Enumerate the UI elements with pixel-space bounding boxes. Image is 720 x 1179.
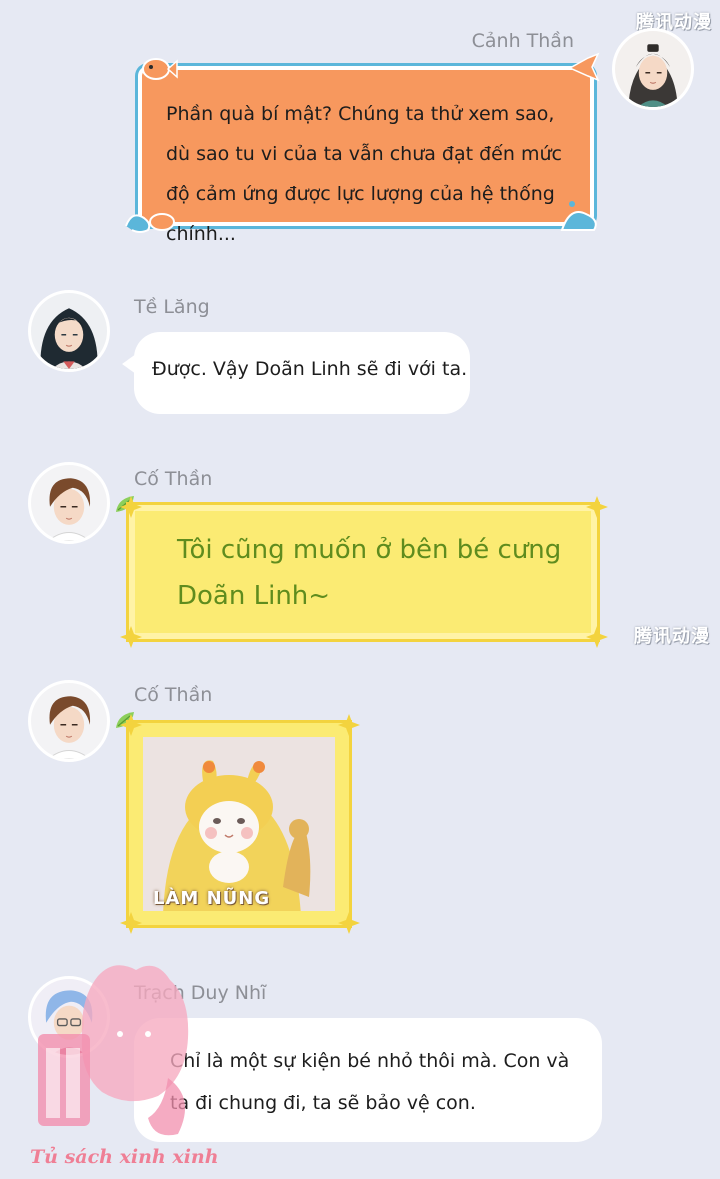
- message-text: Chỉ là một sự kiện bé nhỏ thôi mà. Con v…: [170, 1050, 570, 1114]
- pink-cat-logo-icon: [38, 965, 189, 1136]
- sender-name: Cố Thần: [134, 468, 213, 490]
- corner-ornament-icon: [338, 912, 360, 934]
- fish-icon: [142, 58, 178, 80]
- cat-in-yellow-costume-image: [143, 737, 335, 911]
- brown-haired-man-avatar[interactable]: [28, 462, 110, 544]
- corner-ornament-icon: [120, 496, 142, 518]
- wave-icon: [125, 213, 175, 233]
- message-bubble-orange: Phần quà bí mật? Chúng ta thử xem sao, d…: [138, 66, 594, 245]
- message-text: Phần quà bí mật? Chúng ta thử xem sao, d…: [166, 103, 562, 245]
- watermark-mid: 腾讯动漫: [634, 626, 710, 646]
- sticker-caption: LÀM NŨNG: [153, 888, 271, 909]
- corner-ornament-icon: [586, 496, 608, 518]
- message-bubble-yellow: Tôi cũng muốn ở bên bé cưng Doãn Linh~: [126, 502, 600, 642]
- fish-tail-icon: [568, 52, 600, 82]
- sender-name: Tề Lăng: [134, 296, 210, 318]
- wave-icon: [560, 201, 597, 231]
- message-text: Tôi cũng muốn ở bên bé cưng Doãn Linh~: [177, 535, 562, 611]
- sender-name: Cố Thần: [134, 684, 213, 706]
- brand-logo-text: Tủ sách xinh xinh: [30, 1146, 219, 1168]
- corner-ornament-icon: [120, 714, 142, 736]
- brown-haired-man-avatar[interactable]: [28, 680, 110, 762]
- corner-ornament-icon: [120, 912, 142, 934]
- sticker-frame[interactable]: LÀM NŨNG: [126, 720, 352, 928]
- message-bubble-white: Được. Vậy Doãn Linh sẽ đi với ta.: [134, 332, 470, 414]
- message-text: Được. Vậy Doãn Linh sẽ đi với ta.: [152, 358, 468, 380]
- sender-name: Cảnh Thần: [471, 30, 574, 52]
- corner-ornament-icon: [120, 626, 142, 648]
- dark-haired-woman-avatar[interactable]: [28, 290, 110, 372]
- corner-ornament-icon: [586, 626, 608, 648]
- long-haired-man-avatar[interactable]: [612, 28, 694, 110]
- corner-ornament-icon: [338, 714, 360, 736]
